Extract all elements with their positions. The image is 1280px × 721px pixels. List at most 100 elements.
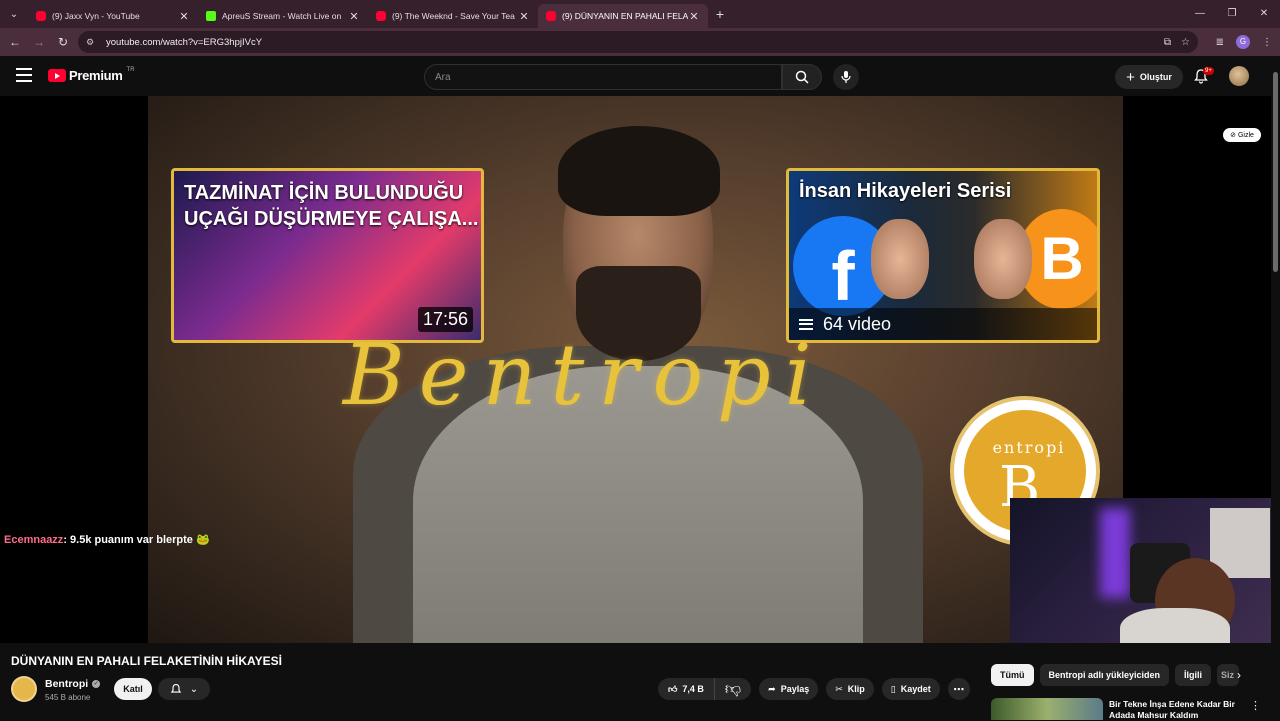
verified-check-icon: ✓ xyxy=(92,680,101,688)
chip-all[interactable]: Tümü xyxy=(991,664,1034,686)
browser-tab[interactable]: (9) Jaxx Vyn - YouTube ✕ xyxy=(28,4,198,28)
create-label: Oluştur xyxy=(1139,72,1172,82)
webcam-scene-body xyxy=(1120,608,1230,643)
browser-tab[interactable]: ApreuS Stream - Watch Live on ✕ xyxy=(198,4,368,28)
search-input[interactable]: Ara xyxy=(424,64,782,90)
minimize-icon[interactable]: — xyxy=(1184,0,1216,28)
country-code: TR xyxy=(126,66,135,73)
join-button[interactable]: Katıl xyxy=(114,678,152,700)
search-button[interactable] xyxy=(782,64,822,90)
recommendation-filter-chips: Tümü Bentropi adlı yükleyiciden İlgili S… xyxy=(991,664,1240,686)
more-actions-icon[interactable]: ⋯ xyxy=(947,678,970,700)
chat-username: Ecemnaazz xyxy=(4,534,64,546)
hamburger-menu-icon[interactable] xyxy=(16,68,32,82)
playlist-count: 64 video xyxy=(823,313,892,334)
chat-text: : 9.5k puanım var blerpte 🐸 xyxy=(63,534,210,546)
thumbnail-face xyxy=(974,219,1032,299)
tab-title: (9) DÜNYANIN EN PAHALI FELA xyxy=(562,11,688,21)
reload-icon[interactable]: ↻ xyxy=(51,35,75,49)
save-button[interactable]: ▯ Kaydet xyxy=(881,678,940,700)
clip-button[interactable]: ✂ Klip xyxy=(826,678,874,700)
account-avatar[interactable] xyxy=(1229,66,1249,86)
video-actions: 👍︎ 7,4 B 👎︎ ➦ Paylaş ✂ Klip ▯ Kaydet ⋯ xyxy=(658,678,970,700)
video-scene-hair xyxy=(558,126,720,216)
microphone-icon xyxy=(841,71,851,83)
plus-icon: + xyxy=(1126,68,1135,86)
logo-text: Premium xyxy=(69,68,123,83)
close-window-icon[interactable]: ✕ xyxy=(1248,0,1280,28)
eye-off-icon: ⊘ xyxy=(1230,132,1236,139)
browser-toolbar: ← → ↻ ⚙ youtube.com/watch?v=ERG3hpjIVcY … xyxy=(0,28,1280,56)
share-button[interactable]: ➦ Paylaş xyxy=(759,678,819,700)
cast-icon[interactable]: ⧉ xyxy=(1164,37,1171,48)
like-dislike-group: 👍︎ 7,4 B 👎︎ xyxy=(658,678,752,700)
browser-tab[interactable]: (9) The Weeknd - Save Your Tea ✕ xyxy=(368,4,538,28)
bookmark-star-icon[interactable]: ☆ xyxy=(1181,37,1190,48)
tab-title: (9) Jaxx Vyn - YouTube xyxy=(52,11,140,21)
tab-close-icon[interactable]: ✕ xyxy=(348,10,360,23)
kick-favicon-icon xyxy=(206,11,216,21)
tab-title: ApreuS Stream - Watch Live on xyxy=(222,11,342,21)
profile-avatar[interactable]: G xyxy=(1236,35,1250,49)
restore-icon[interactable]: ❐ xyxy=(1216,0,1248,28)
tab-close-icon[interactable]: ✕ xyxy=(688,10,700,23)
address-bar[interactable]: ⚙ youtube.com/watch?v=ERG3hpjIVcY ⧉ ☆ xyxy=(78,31,1198,53)
scissors-icon: ✂ xyxy=(835,683,843,694)
hide-button[interactable]: ⊘ Gizle xyxy=(1223,128,1261,142)
video-player[interactable]: TAZMİNAT İÇİN BULUNDUĞU UÇAĞI DÜŞÜRMEYE … xyxy=(0,96,1271,643)
channel-name[interactable]: Bentropi xyxy=(45,678,88,690)
channel-name-row[interactable]: Bentropi ✓ xyxy=(45,678,101,690)
voice-search-button[interactable] xyxy=(833,64,859,90)
browser-tab-active[interactable]: (9) DÜNYANIN EN PAHALI FELA ✕ xyxy=(538,4,708,28)
chip-from-uploader[interactable]: Bentropi adlı yükleyiciden xyxy=(1039,664,1170,686)
create-button[interactable]: + Oluştur xyxy=(1115,65,1183,89)
chip-related[interactable]: İlgili xyxy=(1175,664,1212,686)
tab-search-chevron-icon[interactable]: ⌄ xyxy=(0,0,28,28)
youtube-favicon-icon xyxy=(376,11,386,21)
video-title: DÜNYANIN EN PAHALI FELAKETİNİN HİKAYESİ xyxy=(11,654,282,668)
chevron-right-icon[interactable]: › xyxy=(1237,664,1251,686)
url-text: youtube.com/watch?v=ERG3hpjIVcY xyxy=(106,36,263,48)
notification-count-badge: 9+ xyxy=(1203,67,1214,75)
tab-close-icon[interactable]: ✕ xyxy=(518,10,530,23)
reading-list-icon[interactable]: ≣ xyxy=(1216,37,1224,48)
subscriber-count: 545 B abone xyxy=(45,693,91,702)
tab-close-icon[interactable]: ✕ xyxy=(178,10,190,23)
like-button[interactable]: 👍︎ 7,4 B xyxy=(658,678,715,700)
clip-label: Klip xyxy=(847,684,865,694)
webcam-overlay xyxy=(1010,498,1271,643)
window-controls: — ❐ ✕ xyxy=(1184,0,1280,28)
recommendation-menu-icon[interactable]: ⋮ xyxy=(1250,699,1261,712)
dislike-button[interactable]: 👎︎ xyxy=(715,678,751,700)
browser-menu-icon[interactable]: ⋮ xyxy=(1262,37,1272,48)
youtube-premium-logo[interactable]: Premium TR xyxy=(48,66,135,83)
end-screen-playlist-card[interactable]: f B İnsan Hikayeleri Serisi 64 video xyxy=(786,168,1100,343)
search-icon xyxy=(795,70,809,84)
forward-arrow-icon[interactable]: → xyxy=(27,35,51,49)
new-tab-plus-icon[interactable]: + xyxy=(708,6,732,22)
chat-overlay-message: Ecemnaazz: 9.5k puanım var blerpte 🐸 xyxy=(4,533,210,546)
bell-icon xyxy=(170,683,182,693)
share-label: Paylaş xyxy=(780,684,810,694)
thumbnail-face xyxy=(871,219,929,299)
site-settings-icon[interactable]: ⚙ xyxy=(86,37,98,47)
subscription-bell-button[interactable]: ⌄ xyxy=(158,678,210,700)
hide-label: Gizle xyxy=(1237,131,1254,139)
video-info-area: DÜNYANIN EN PAHALI FELAKETİNİN HİKAYESİ … xyxy=(0,643,1271,720)
chevron-down-icon: ⌄ xyxy=(189,683,199,695)
recommendation-thumbnail[interactable] xyxy=(991,698,1103,720)
channel-avatar[interactable] xyxy=(11,676,37,702)
scrollbar-thumb[interactable] xyxy=(1273,72,1278,272)
bookmark-icon: ▯ xyxy=(890,683,896,694)
youtube-favicon-icon xyxy=(36,11,46,21)
bentropi-watermark: Bentropi xyxy=(343,326,826,424)
chip-for-you[interactable]: Siz xyxy=(1217,664,1240,686)
video-frame[interactable]: TAZMİNAT İÇİN BULUNDUĞU UÇAĞI DÜŞÜRMEYE … xyxy=(148,96,1123,643)
back-arrow-icon[interactable]: ← xyxy=(3,35,27,49)
end-screen-video-card[interactable]: TAZMİNAT İÇİN BULUNDUĞU UÇAĞI DÜŞÜRMEYE … xyxy=(171,168,484,343)
browser-tab-bar: ⌄ (9) Jaxx Vyn - YouTube ✕ ApreuS Stream… xyxy=(0,0,1280,28)
page-scrollbar[interactable] xyxy=(1271,56,1280,720)
save-label: Kaydet xyxy=(900,684,931,694)
recommendation-title[interactable]: Bir Tekne İnşa Edene Kadar Bir Adada Mah… xyxy=(1109,699,1239,721)
webcam-scene-light xyxy=(1100,508,1130,598)
